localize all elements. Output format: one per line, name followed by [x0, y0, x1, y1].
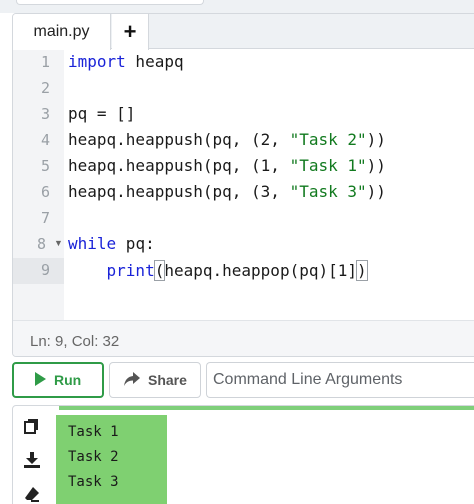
output-panel: Task 1 Task 2 Task 3 [12, 405, 474, 504]
plus-icon: + [123, 19, 137, 44]
code-text: heapq.heappush(pq, (1, [68, 156, 290, 175]
code-text: )) [366, 182, 386, 201]
string-literal: "Task 2" [289, 130, 367, 149]
run-button[interactable]: Run [12, 362, 104, 398]
download-icon[interactable] [24, 452, 40, 468]
output-line: Task 2 [68, 449, 119, 465]
builtin-function: print [106, 261, 155, 280]
fold-arrow-icon[interactable]: ▼ [54, 238, 63, 248]
eraser-icon[interactable] [24, 486, 40, 502]
code-line-1: 1 import heapq [13, 50, 474, 76]
line-number: 5 [40, 157, 50, 175]
code-line-4: 4 heapq.heappush(pq, (2, "Task 2")) [13, 128, 474, 154]
share-button[interactable]: Share [109, 362, 201, 398]
top-panel-edge [16, 0, 204, 5]
line-number: 2 [40, 79, 50, 97]
string-literal: "Task 1" [289, 156, 367, 175]
code-editor: main.py + 1 import heapq 2 3 pq = [] 4 h… [12, 13, 474, 357]
run-button-label: Run [54, 372, 82, 388]
matching-bracket-close: ) [356, 260, 368, 281]
line-number: 4 [40, 131, 50, 149]
add-file-button[interactable]: + [112, 14, 149, 50]
keyword: while [68, 234, 117, 253]
line-number: 1 [40, 53, 50, 71]
editor-tabbar: main.py + [13, 14, 474, 50]
output-line: Task 3 [68, 474, 119, 490]
text-cursor [366, 260, 368, 280]
code-line-9: 9 print(heapq.heappop(pq)[1]) [13, 258, 474, 284]
line-number: 8 [36, 235, 46, 253]
editor-statusbar: Ln: 9, Col: 32 [13, 320, 474, 356]
line-number: 3 [40, 105, 50, 123]
code-text: heapq.heappush(pq, (2, [68, 130, 290, 149]
line-number: 7 [40, 209, 50, 227]
code-text: heapq [125, 52, 184, 71]
share-button-label: Share [148, 372, 187, 388]
line-number: 9 [40, 261, 50, 279]
code-line-3: 3 pq = [] [13, 102, 474, 128]
code-text: heapq.heappush(pq, (3, [68, 182, 290, 201]
code-text: heapq.heappop(pq)[1] [164, 261, 357, 280]
code-text: pq = [] [68, 104, 136, 123]
copy-icon[interactable] [24, 418, 40, 434]
output-toolbar [13, 406, 48, 504]
code-text: )) [366, 130, 386, 149]
keyword: import [68, 52, 126, 71]
code-line-8: 8 ▼ while pq: [13, 232, 474, 258]
line-number: 6 [40, 183, 50, 201]
tab-main-py-label: main.py [33, 23, 90, 40]
code-line-6: 6 heapq.heappush(pq, (3, "Task 3")) [13, 180, 474, 206]
top-strip [0, 0, 474, 13]
cursor-position: Ln: 9, Col: 32 [30, 333, 120, 350]
code-line-7: 7 [13, 206, 474, 232]
code-text: )) [366, 156, 386, 175]
run-controls: Run Share [0, 362, 474, 400]
matching-bracket-open: ( [153, 260, 166, 281]
tab-main-py[interactable]: main.py [13, 14, 111, 50]
play-icon [34, 371, 46, 389]
code-text: pq: [116, 234, 155, 253]
code-area[interactable]: 1 import heapq 2 3 pq = [] 4 heapq.heapp… [13, 50, 474, 320]
code-line-5: 5 heapq.heappush(pq, (1, "Task 1")) [13, 154, 474, 180]
code-line-2: 2 [13, 76, 474, 102]
share-icon [124, 371, 140, 389]
string-literal: "Task 3" [289, 182, 367, 201]
output-accent-bar [59, 406, 474, 410]
command-line-arguments-input[interactable] [206, 362, 474, 398]
output-line: Task 1 [68, 424, 119, 440]
